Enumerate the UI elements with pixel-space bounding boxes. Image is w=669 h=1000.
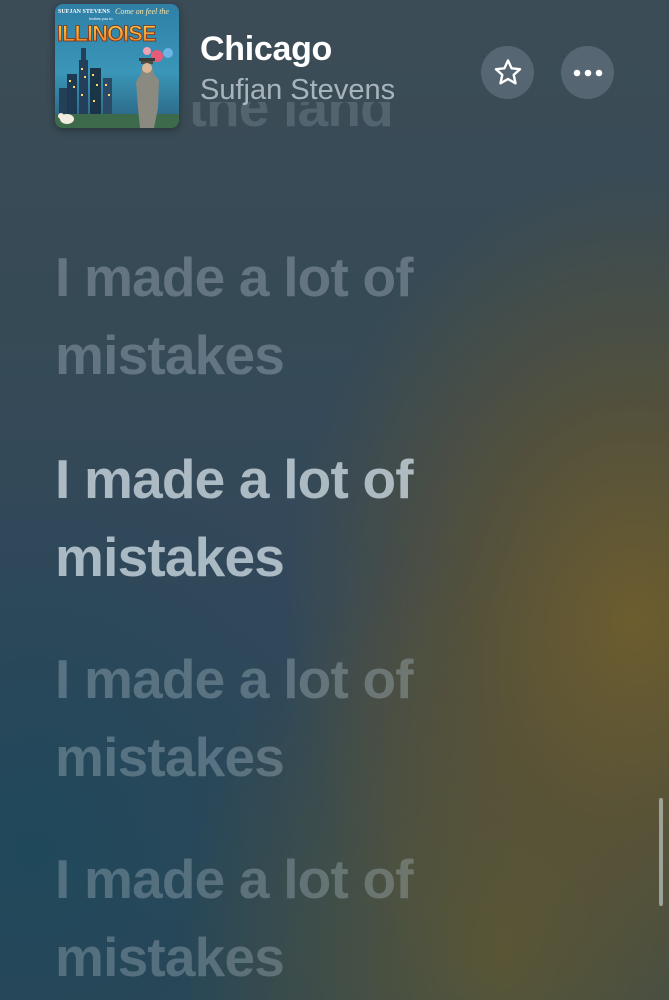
lyric-line-active[interactable]: I made a lot of mistakes — [55, 440, 615, 596]
scrollbar[interactable] — [659, 798, 663, 906]
favorite-button[interactable] — [481, 46, 534, 99]
lyric-line[interactable]: I made a lot of mistakes — [55, 238, 615, 394]
ellipsis-icon — [573, 69, 602, 76]
artwork-script-text: Come on feel the — [115, 7, 169, 16]
lyric-line[interactable]: I made a lot of mistakes — [55, 640, 615, 796]
song-title[interactable]: Chicago — [200, 30, 332, 69]
star-icon — [494, 58, 521, 84]
album-artwork[interactable]: SUFJAN STEVENS Come on feel the Invites … — [55, 4, 179, 128]
artwork-artist-text: SUFJAN STEVENS — [58, 9, 111, 15]
lyric-line[interactable]: I made a lot of mistakes — [55, 840, 615, 996]
now-playing-header: SUFJAN STEVENS Come on feel the Invites … — [0, 0, 669, 140]
more-options-button[interactable] — [561, 46, 614, 99]
lyrics-view[interactable]: from the land I made a lot of mistakes I… — [0, 0, 669, 1000]
artist-name[interactable]: Sufjan Stevens — [200, 74, 395, 107]
album-artwork-image: SUFJAN STEVENS Come on feel the Invites … — [55, 4, 179, 128]
artwork-title-text: ILLINOISE — [57, 21, 156, 46]
